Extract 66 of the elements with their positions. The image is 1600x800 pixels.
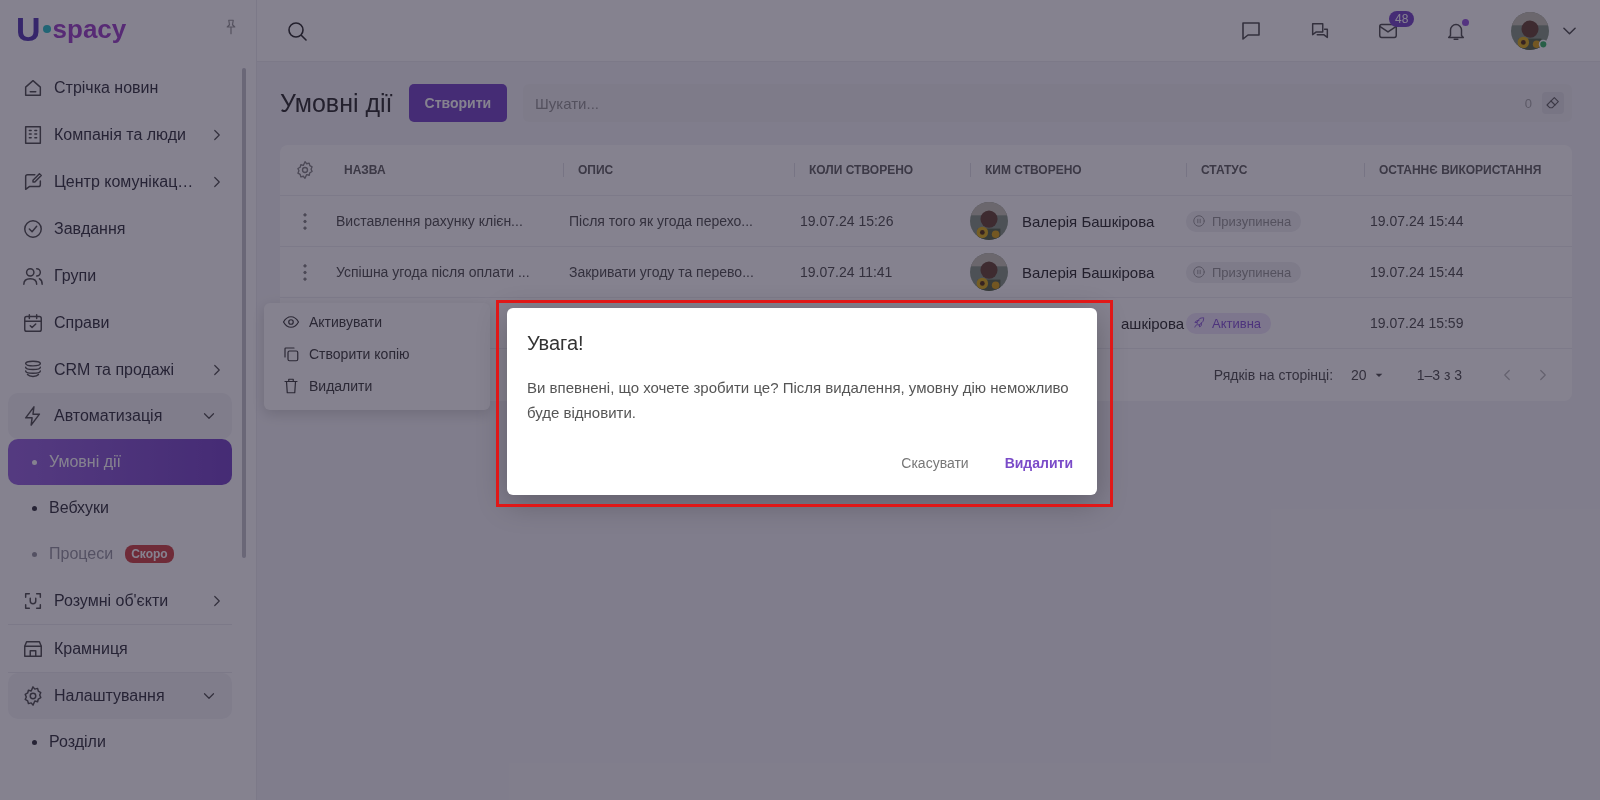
settings-icon — [22, 685, 44, 707]
sidebar-item[interactable]: Крамниця — [0, 625, 240, 672]
dialog-message: Ви впевнені, що хочете зробити це? Після видалення, умовну дію неможливо буде відновити. — [527, 378, 1070, 423]
sidebar-item[interactable]: Стрічка новин — [0, 64, 240, 111]
soon-badge: Скоро — [125, 545, 174, 563]
author-name: ашкірова — [1121, 314, 1185, 332]
sidebar-subitem[interactable]: Вебхуки — [8, 485, 232, 531]
pause-icon — [1192, 265, 1206, 279]
sidebar-item[interactable]: Центр комунікац… — [0, 158, 240, 205]
table-cell-text: Успішна угода після оплати ... — [335, 264, 531, 280]
count-badge: 48 — [1389, 10, 1415, 27]
table-cell-text: 19.07.24 15:59 — [1369, 315, 1465, 331]
logo[interactable]: U spacy — [16, 12, 127, 46]
menu-item[interactable]: Активувати — [264, 306, 490, 338]
column-header[interactable]: НАЗВА — [330, 163, 563, 177]
sidebar-item[interactable]: CRM та продажі — [0, 346, 240, 393]
page-range: 1–3 з 3 — [1416, 367, 1462, 383]
cancel-button[interactable]: Скасувати — [887, 447, 983, 479]
column-header[interactable]: ОСТАННЄ ВИКОРИСТАННЯ — [1364, 163, 1572, 177]
more-icon[interactable] — [303, 263, 307, 281]
more-icon[interactable] — [303, 212, 307, 230]
dialog-title: Увага! — [527, 332, 585, 355]
pause-icon — [1192, 214, 1206, 228]
eraser-icon — [1545, 95, 1561, 111]
avatar — [970, 253, 1008, 291]
page-title: Умовні дії — [280, 88, 393, 118]
chevron-down-icon[interactable] — [1563, 26, 1576, 35]
chat-pen-icon — [22, 170, 44, 193]
table-cell-text: 19.07.24 15:44 — [1369, 264, 1465, 280]
sidebar-item[interactable]: Завдання — [0, 205, 240, 252]
table-cell-text: 19.07.24 11:41 — [799, 264, 894, 280]
sidebar-subitem[interactable]: Умовні дії — [8, 439, 232, 485]
copy-icon — [282, 345, 300, 363]
table-cell-text: Після того як угода перехо... — [568, 213, 754, 229]
table-cell-text: Закривати угоду та перево... — [568, 264, 755, 280]
author-name: Валерія Башкірова — [1022, 263, 1155, 281]
rocket-icon — [1192, 316, 1206, 330]
check-circle-icon — [22, 217, 44, 240]
eye-icon — [282, 313, 300, 331]
column-header[interactable]: ОПИС — [563, 163, 794, 177]
sidebar-item[interactable]: Компанія та люди — [0, 111, 240, 158]
settings-icon — [295, 160, 315, 180]
column-header[interactable]: КОЛИ СТВОРЕНО — [794, 163, 970, 177]
sidebar-item[interactable]: Групи — [0, 252, 240, 299]
sidebar-item[interactable]: Налаштування — [8, 673, 232, 719]
calendar-icon — [22, 311, 44, 334]
menu-item[interactable]: Видалити — [264, 370, 490, 402]
create-button[interactable]: Створити — [408, 84, 508, 122]
sidebar-item[interactable]: Автоматизація — [8, 393, 232, 439]
author-name: Валерія Башкірова — [1022, 212, 1155, 230]
trash-icon — [282, 377, 300, 395]
status-badge: Активна — [1186, 312, 1272, 334]
sidebar-item[interactable]: Розумні об'єкти — [0, 577, 240, 624]
building-icon — [22, 123, 44, 146]
delete-button[interactable]: Видалити — [990, 447, 1087, 479]
menu-item[interactable]: Створити копію — [264, 338, 490, 370]
sidebar-subitem[interactable]: Розділи — [8, 719, 232, 765]
avatar — [970, 202, 1008, 240]
rows-per-page-select[interactable]: 20 — [1351, 367, 1387, 383]
table-cell-text: Виставлення рахунку клієн... — [335, 213, 524, 229]
column-header[interactable]: СТАТУС — [1186, 163, 1364, 177]
sidebar-item[interactable]: Справи — [0, 299, 240, 346]
column-header[interactable]: КИМ СТВОРЕНО — [970, 163, 1186, 177]
table-cell-text: 19.07.24 15:44 — [1369, 213, 1465, 229]
table-cell-text: 19.07.24 15:26 — [799, 213, 895, 229]
rows-per-page-label: Рядків на сторінці: — [1213, 367, 1334, 383]
